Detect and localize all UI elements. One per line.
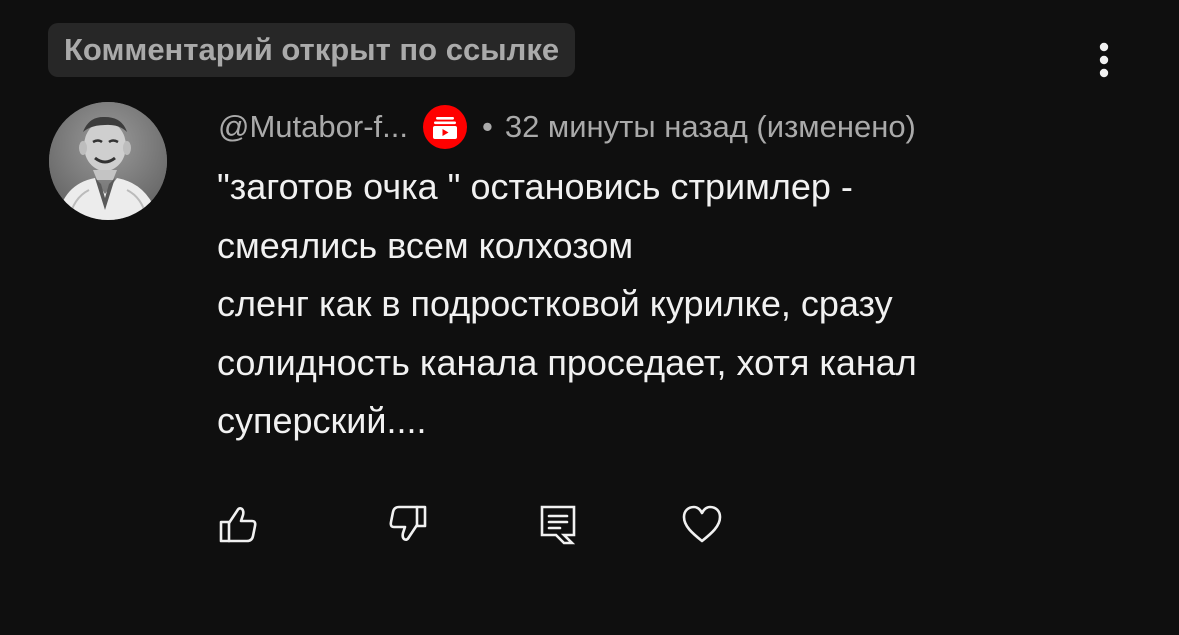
- meta-separator: •: [481, 109, 493, 144]
- comment-meta: @Mutabor-f... • 32 минуты назад (изменен…: [218, 104, 916, 150]
- comment-text-line: солидность канала проседает, хотя канал: [217, 341, 917, 383]
- comment-text-line: смеялись всем колхозом: [217, 224, 634, 266]
- heart-icon: [682, 505, 722, 543]
- comment-text-line: "заготов очка " остановись стримлер -: [217, 166, 853, 207]
- dislike-button[interactable]: [386, 502, 430, 546]
- thumb-down-icon: [389, 505, 427, 541]
- reply-icon: [540, 505, 576, 545]
- author-avatar[interactable]: [49, 102, 167, 220]
- comment-text-line: сленг как в подростковой курилке, сразу: [217, 283, 893, 324]
- channel-badge-icon: [422, 104, 468, 150]
- reply-button[interactable]: [536, 502, 580, 546]
- more-vert-icon: [1099, 42, 1109, 78]
- heart-button[interactable]: [680, 502, 724, 546]
- comment-text-line: суперский....: [217, 400, 427, 441]
- comment-timestamp: 32 минуты назад (изменено): [504, 109, 916, 144]
- like-button[interactable]: [216, 502, 260, 546]
- more-options-button[interactable]: [1082, 36, 1126, 84]
- comment-text: "заготов очка " остановись стримлер - см…: [217, 158, 1117, 451]
- linked-comment-badge: Комментарий открыт по ссылке: [48, 23, 576, 77]
- thumb-up-icon: [219, 507, 257, 543]
- author-handle[interactable]: @Mutabor-f...: [218, 109, 408, 145]
